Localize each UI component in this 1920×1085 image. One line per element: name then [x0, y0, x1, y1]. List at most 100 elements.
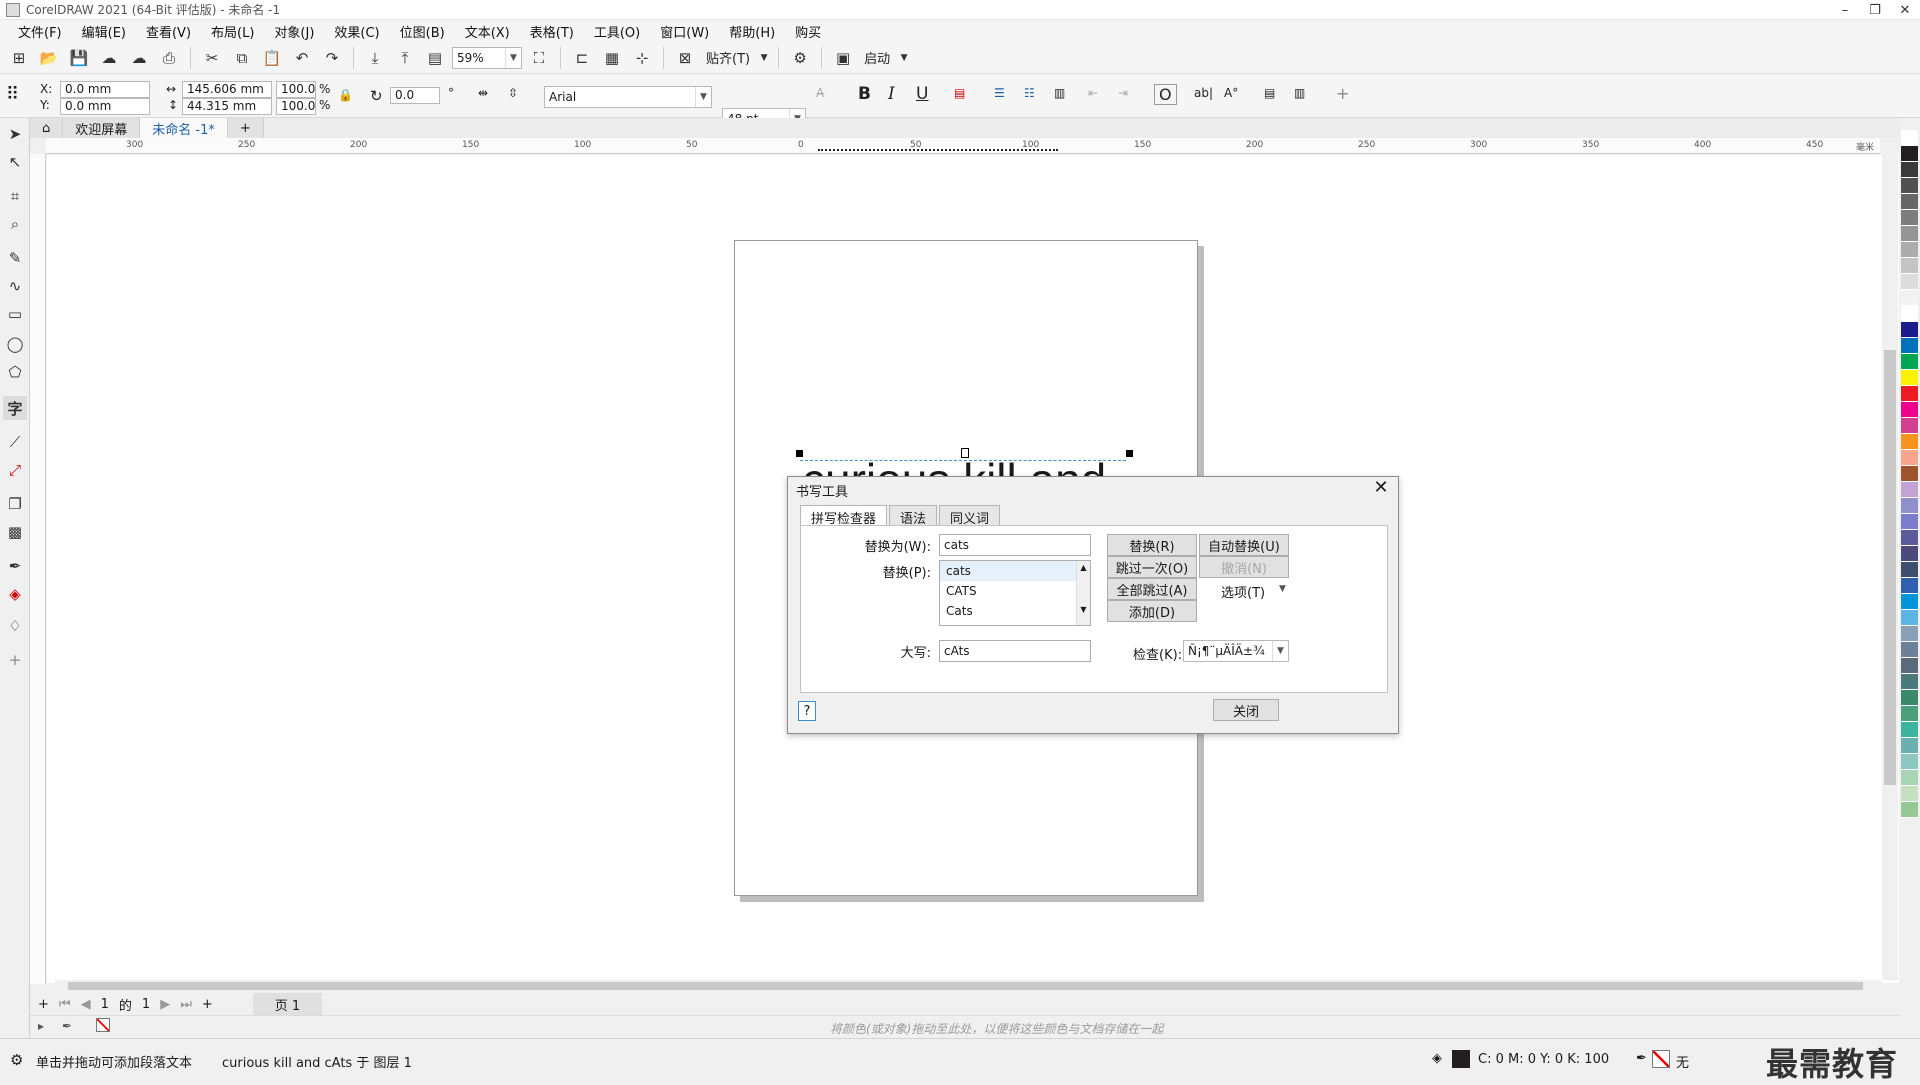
help-button[interactable]: ? — [798, 701, 816, 721]
list-item[interactable]: Cats — [940, 601, 1090, 621]
chevron-down-icon[interactable]: ▼ — [758, 46, 770, 70]
color-swatch[interactable] — [1901, 514, 1918, 530]
launch-app-icon[interactable]: ▣ — [830, 46, 856, 70]
color-swatch[interactable] — [1901, 322, 1918, 338]
gear-icon[interactable]: ⚙ — [787, 46, 813, 70]
add-page-icon[interactable]: + — [38, 997, 49, 1012]
copy-icon[interactable]: ⧉ — [229, 46, 255, 70]
x-position-field[interactable]: 0.0 mm — [60, 81, 150, 98]
open-folder-icon[interactable]: 📂 — [36, 46, 62, 70]
color-swatch[interactable] — [1901, 386, 1918, 402]
text-align-icon[interactable]: ▤ — [954, 86, 965, 100]
color-swatch[interactable] — [1901, 786, 1918, 802]
save-icon[interactable]: 💾 — [66, 46, 92, 70]
last-page-icon[interactable]: ⏭ — [180, 997, 192, 1012]
eyedropper-icon[interactable]: ✒ — [62, 1019, 72, 1033]
menu-file[interactable]: 文件(F) — [8, 22, 72, 41]
no-color-swatch[interactable] — [96, 1018, 110, 1032]
launch-menu[interactable]: 启动 — [860, 48, 894, 67]
new-document-icon[interactable]: ⊞ — [6, 46, 32, 70]
paragraph-text[interactable]: curious kill and — [802, 461, 1106, 476]
drop-shadow-tool-icon[interactable]: ❐ — [3, 492, 27, 516]
selection-handle[interactable] — [796, 450, 803, 457]
color-swatch[interactable] — [1901, 274, 1918, 290]
suggestions-scrollbar[interactable]: ▲ ▼ — [1076, 561, 1090, 625]
color-swatch[interactable] — [1901, 530, 1918, 546]
chevron-down-icon[interactable]: ▼ — [898, 46, 910, 70]
add-page-after-icon[interactable]: + — [202, 997, 213, 1012]
menu-effects[interactable]: 效果(C) — [324, 22, 389, 41]
horizontal-ruler[interactable]: 300 250 200 150 100 50 0 50 100 150 200 … — [46, 138, 1880, 154]
width-field[interactable]: 145.606 mm — [182, 81, 272, 98]
skip-once-button[interactable]: 跳过一次(O) — [1107, 556, 1197, 578]
decrease-indent-icon[interactable]: ⇤ — [1088, 86, 1098, 100]
color-swatch[interactable] — [1901, 466, 1918, 482]
eyedropper-tool-icon[interactable]: ✒ — [3, 554, 27, 578]
current-page-number[interactable]: 1 — [101, 997, 109, 1012]
vertical-scroll-thumb[interactable] — [1884, 350, 1896, 785]
chevron-down-icon[interactable]: ▼ — [1279, 584, 1286, 594]
color-swatch[interactable] — [1901, 658, 1918, 674]
menu-tools[interactable]: 工具(O) — [584, 22, 650, 41]
color-swatch[interactable] — [1901, 146, 1918, 162]
color-swatch[interactable] — [1901, 370, 1918, 386]
drop-cap-icon[interactable]: ▥ — [1054, 86, 1065, 100]
mirror-vertical-icon[interactable]: ⇳ — [508, 86, 518, 100]
pick-tool-icon[interactable]: ➤ — [3, 122, 27, 146]
fill-color-swatch[interactable] — [1452, 1050, 1470, 1068]
color-swatch[interactable] — [1901, 674, 1918, 690]
scale-width-field[interactable]: 100.0 — [276, 81, 316, 98]
height-field[interactable]: 44.315 mm — [182, 98, 272, 115]
text-frame[interactable]: curious kill and — [800, 460, 1126, 476]
color-swatch[interactable] — [1901, 562, 1918, 578]
color-swatch[interactable] — [1901, 194, 1918, 210]
color-swatch[interactable] — [1901, 754, 1918, 770]
connector-tool-icon[interactable]: ⤢ — [3, 458, 27, 482]
text-properties-icon[interactable]: A° — [1224, 86, 1238, 100]
color-swatch[interactable] — [1901, 130, 1918, 146]
color-swatch[interactable] — [1901, 770, 1918, 786]
menu-text[interactable]: 文本(X) — [455, 22, 520, 41]
color-swatch[interactable] — [1901, 418, 1918, 434]
opentype-icon[interactable]: O — [1154, 84, 1177, 105]
selection-handle[interactable] — [961, 448, 969, 458]
new-tab-button[interactable]: + — [227, 118, 264, 138]
outline-color-swatch[interactable] — [1652, 1050, 1670, 1068]
color-swatch[interactable] — [1901, 482, 1918, 498]
smart-fill-tool-icon[interactable]: ♢ — [3, 614, 27, 638]
color-swatch[interactable] — [1901, 290, 1918, 306]
chevron-down-icon[interactable]: ▼ — [505, 47, 521, 68]
case-input[interactable]: cAts — [939, 640, 1091, 662]
color-swatch[interactable] — [1901, 434, 1918, 450]
next-page-icon[interactable]: ▶ — [160, 997, 170, 1012]
close-button[interactable]: 关闭 — [1213, 699, 1279, 721]
undo-button[interactable]: 撤消(N) — [1199, 556, 1289, 578]
list-item[interactable]: CATS — [940, 581, 1090, 601]
edit-text-icon[interactable]: ab| — [1194, 86, 1213, 100]
restore-icon[interactable]: ❐ — [1860, 0, 1890, 20]
underline-button[interactable]: U — [916, 84, 928, 104]
menu-buy[interactable]: 购买 — [785, 22, 831, 41]
fill-icon[interactable]: ◈ — [1432, 1051, 1442, 1066]
color-swatch[interactable] — [1901, 802, 1918, 818]
rotation-field[interactable]: 0.0 — [390, 87, 440, 104]
menu-view[interactable]: 查看(V) — [136, 22, 201, 41]
export-pdf-icon[interactable]: ▤ — [422, 46, 448, 70]
add-word-button[interactable]: 添加(D) — [1107, 600, 1197, 622]
rectangle-tool-icon[interactable]: ▭ — [3, 302, 27, 326]
home-icon[interactable]: ⌂ — [30, 118, 64, 138]
tab-document[interactable]: 未命名 -1* — [140, 118, 228, 138]
color-swatch[interactable] — [1901, 210, 1918, 226]
cut-icon[interactable]: ✂ — [199, 46, 225, 70]
rulers-icon[interactable]: ⊏ — [569, 46, 595, 70]
auto-replace-button[interactable]: 自动替换(U) — [1199, 534, 1289, 556]
color-swatch[interactable] — [1901, 306, 1918, 322]
color-swatch[interactable] — [1901, 226, 1918, 242]
parallel-dimension-tool-icon[interactable]: ⟋ — [3, 430, 27, 454]
outline-pen-icon[interactable]: ✒ — [1636, 1051, 1647, 1066]
polygon-tool-icon[interactable]: ⬠ — [3, 360, 27, 384]
menu-layout[interactable]: 布局(L) — [201, 22, 264, 41]
chevron-down-icon[interactable]: ▼ — [695, 87, 711, 107]
color-swatch[interactable] — [1901, 498, 1918, 514]
check-scope-combo[interactable]: Ñ¡¶¨µÄÎÄ±¾ ▼ — [1183, 640, 1289, 662]
